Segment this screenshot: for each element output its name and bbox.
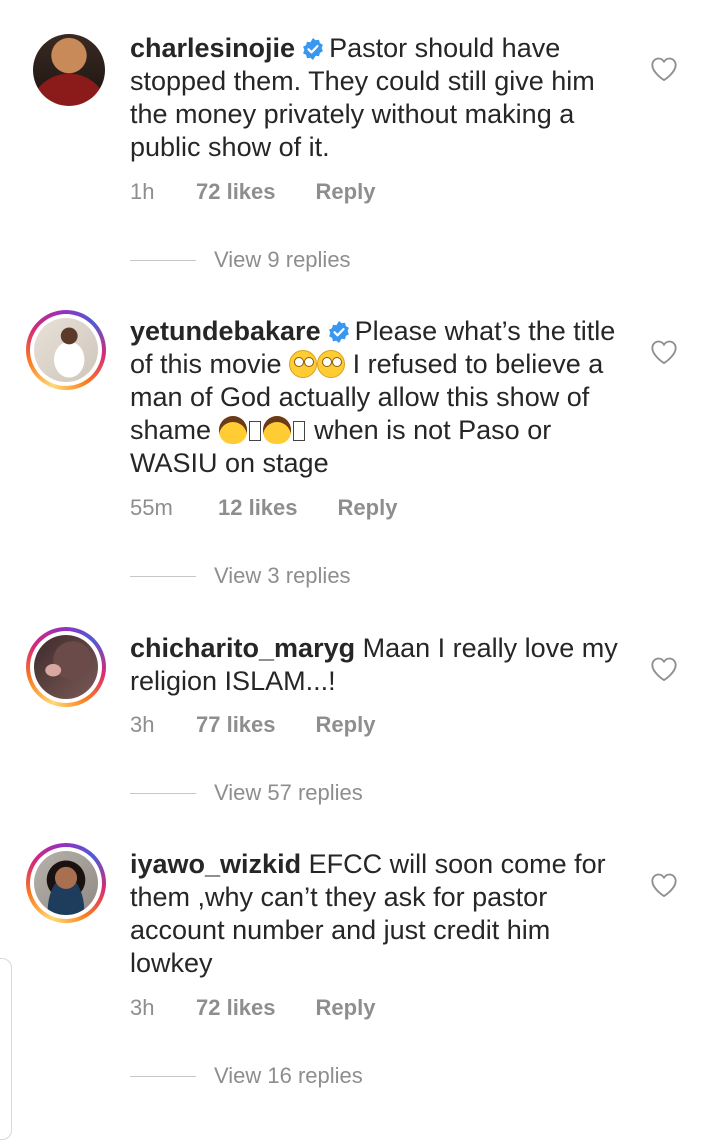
comment-text: iyawo_wizkid EFCC will soon come for the… xyxy=(130,848,630,980)
divider xyxy=(130,792,196,794)
comment-meta: 3h 72 likes Reply xyxy=(130,995,375,1021)
likes-count[interactable]: 77 likes xyxy=(196,712,276,738)
heart-outline-icon[interactable] xyxy=(650,872,678,898)
divider xyxy=(130,575,196,577)
avatar[interactable] xyxy=(26,627,106,707)
comment-time: 3h xyxy=(130,995,155,1020)
view-replies-label: View 9 replies xyxy=(214,247,351,272)
username[interactable]: iyawo_wizkid xyxy=(130,849,301,879)
view-replies-button[interactable]: View 3 replies xyxy=(130,563,351,589)
avatar[interactable] xyxy=(26,843,106,923)
heart-outline-icon[interactable] xyxy=(650,656,678,682)
reply-button[interactable]: Reply xyxy=(316,179,376,205)
likes-count[interactable]: 72 likes xyxy=(196,995,276,1021)
verified-badge-icon xyxy=(328,321,349,343)
missing-glyph-icon xyxy=(248,421,261,441)
username[interactable]: yetundebakare xyxy=(130,316,321,346)
view-replies-label: View 16 replies xyxy=(214,1063,363,1088)
view-replies-button[interactable]: View 16 replies xyxy=(130,1063,363,1089)
comment-text: charlesinojie Pastor should have stopped … xyxy=(130,32,630,164)
heart-outline-icon[interactable] xyxy=(650,339,678,365)
face-rolling-eyes-icon xyxy=(317,350,346,378)
view-replies-label: View 3 replies xyxy=(214,563,351,588)
missing-glyph-icon xyxy=(292,421,305,441)
comment-text: chicharito_maryg Maan I really love my r… xyxy=(130,632,630,698)
username[interactable]: charlesinojie xyxy=(130,33,295,63)
reply-button[interactable]: Reply xyxy=(338,495,398,521)
avatar[interactable] xyxy=(26,310,106,390)
view-replies-label: View 57 replies xyxy=(214,780,363,805)
comment-meta: 3h 77 likes Reply xyxy=(130,712,375,738)
likes-count[interactable]: 12 likes xyxy=(218,495,298,521)
woman-emoji-icon xyxy=(218,416,247,444)
likes-count[interactable]: 72 likes xyxy=(196,179,276,205)
view-replies-button[interactable]: View 9 replies xyxy=(130,247,351,273)
verified-badge-icon xyxy=(303,38,323,60)
reply-button[interactable]: Reply xyxy=(316,712,376,738)
avatar[interactable] xyxy=(33,34,105,106)
comment-time: 55m xyxy=(130,495,173,520)
divider xyxy=(130,1075,196,1077)
comment-time: 3h xyxy=(130,712,155,737)
comment-meta: 1h 72 likes Reply xyxy=(130,179,375,205)
view-replies-button[interactable]: View 57 replies xyxy=(130,780,363,806)
reply-button[interactable]: Reply xyxy=(316,995,376,1021)
comment-meta: 55m 12 likes Reply xyxy=(130,495,397,521)
woman-emoji-icon xyxy=(262,416,291,444)
comment-time: 1h xyxy=(130,179,155,204)
comment-text: yetundebakare Please what’s the title of … xyxy=(130,315,630,480)
username[interactable]: chicharito_maryg xyxy=(130,633,355,663)
side-panel-edge xyxy=(0,958,12,1140)
heart-outline-icon[interactable] xyxy=(650,56,678,82)
divider xyxy=(130,259,196,261)
face-rolling-eyes-icon xyxy=(289,350,318,378)
